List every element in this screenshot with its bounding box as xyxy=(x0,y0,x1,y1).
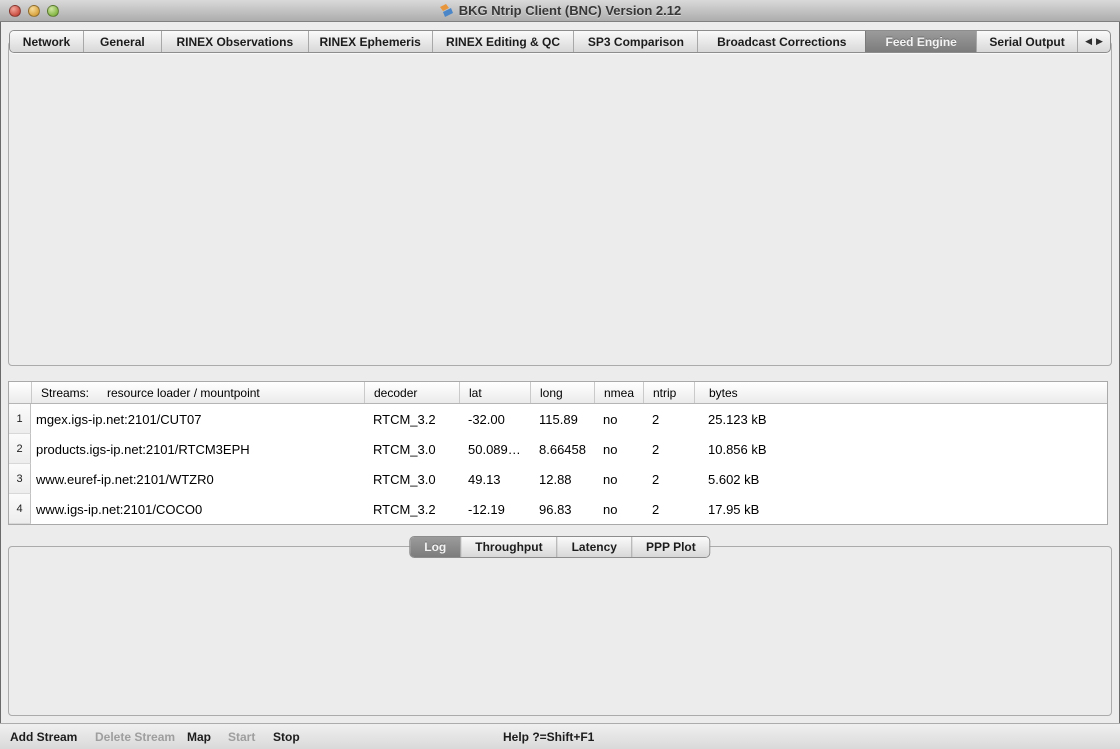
tab-rinex-observations[interactable]: RINEX Observations xyxy=(161,31,308,52)
header-streams-label: Streams: xyxy=(41,386,89,400)
cell-resource: mgex.igs-ip.net:2101/CUT07 xyxy=(31,404,364,434)
log-panel-frame xyxy=(8,546,1112,716)
tab-log[interactable]: Log xyxy=(410,537,460,557)
minimize-button[interactable] xyxy=(28,5,40,17)
add-stream-button[interactable]: Add Stream xyxy=(10,724,77,749)
row-number[interactable]: 4 xyxy=(9,494,31,524)
tab-serial-output[interactable]: Serial Output xyxy=(976,31,1077,52)
tab-feed-engine[interactable]: Feed Engine xyxy=(865,31,976,52)
cell-decoder: RTCM_3.0 xyxy=(364,434,459,464)
start-button[interactable]: Start xyxy=(228,724,255,749)
tab-scroll-left-icon[interactable]: ◀ xyxy=(1085,36,1092,47)
cell-long: 115.89 xyxy=(530,404,594,434)
streams-table: Streams: resource loader / mountpoint de… xyxy=(8,381,1108,525)
table-row[interactable]: 1 mgex.igs-ip.net:2101/CUT07 RTCM_3.2 -3… xyxy=(9,404,1107,434)
cell-lat: -12.19 xyxy=(459,494,530,524)
header-resource[interactable]: Streams: resource loader / mountpoint xyxy=(31,382,364,403)
cell-ntrip: 2 xyxy=(643,434,694,464)
cell-decoder: RTCM_3.2 xyxy=(364,494,459,524)
title-bar[interactable]: BKG Ntrip Client (BNC) Version 2.12 xyxy=(0,0,1120,22)
tab-rinex-ephemeris[interactable]: RINEX Ephemeris xyxy=(308,31,432,52)
stop-button[interactable]: Stop xyxy=(273,724,300,749)
cell-decoder: RTCM_3.2 xyxy=(364,404,459,434)
corner-header-cell xyxy=(9,382,31,403)
cell-bytes: 17.95 kB xyxy=(694,494,1107,524)
cell-bytes: 5.602 kB xyxy=(694,464,1107,494)
cell-long: 12.88 xyxy=(530,464,594,494)
cell-nmea: no xyxy=(594,464,643,494)
window-title: BKG Ntrip Client (BNC) Version 2.12 xyxy=(459,3,681,18)
bottom-action-bar: Add Stream Delete Stream Map Start Stop … xyxy=(0,723,1120,749)
tab-latency[interactable]: Latency xyxy=(557,537,631,557)
header-lat[interactable]: lat xyxy=(459,382,530,403)
bnc-window: BKG Ntrip Client (BNC) Version 2.12 Netw… xyxy=(0,0,1120,749)
cell-ntrip: 2 xyxy=(643,494,694,524)
table-row[interactable]: 2 products.igs-ip.net:2101/RTCM3EPH RTCM… xyxy=(9,434,1107,464)
tab-general[interactable]: General xyxy=(83,31,161,52)
zoom-button[interactable] xyxy=(47,5,59,17)
tab-scroll-right-icon[interactable]: ▶ xyxy=(1096,36,1103,47)
log-tab-bar: Log Throughput Latency PPP Plot xyxy=(409,536,710,558)
window-title-group: BKG Ntrip Client (BNC) Version 2.12 xyxy=(439,3,681,18)
row-number[interactable]: 3 xyxy=(9,464,31,494)
header-ntrip[interactable]: ntrip xyxy=(643,382,694,403)
main-tab-bar: Network General RINEX Observations RINEX… xyxy=(9,30,1111,53)
traffic-lights xyxy=(9,5,59,17)
cell-lat: -32.00 xyxy=(459,404,530,434)
cell-bytes: 10.856 kB xyxy=(694,434,1107,464)
tab-throughput[interactable]: Throughput xyxy=(460,537,556,557)
cell-lat: 50.089… xyxy=(459,434,530,464)
cell-long: 96.83 xyxy=(530,494,594,524)
cell-nmea: no xyxy=(594,434,643,464)
close-button[interactable] xyxy=(9,5,21,17)
cell-resource: products.igs-ip.net:2101/RTCM3EPH xyxy=(31,434,364,464)
map-button[interactable]: Map xyxy=(187,724,211,749)
header-nmea[interactable]: nmea xyxy=(594,382,643,403)
cell-nmea: no xyxy=(594,404,643,434)
streams-table-header: Streams: resource loader / mountpoint de… xyxy=(9,382,1107,404)
tab-ppp-plot[interactable]: PPP Plot xyxy=(631,537,710,557)
cell-long: 8.66458 xyxy=(530,434,594,464)
bnc-app-icon xyxy=(439,3,454,18)
help-shortcut-label: Help ?=Shift+F1 xyxy=(503,724,594,749)
row-number[interactable]: 1 xyxy=(9,404,31,434)
table-row[interactable]: 4 www.igs-ip.net:2101/COCO0 RTCM_3.2 -12… xyxy=(9,494,1107,524)
cell-lat: 49.13 xyxy=(459,464,530,494)
table-row[interactable]: 3 www.euref-ip.net:2101/WTZR0 RTCM_3.0 4… xyxy=(9,464,1107,494)
cell-ntrip: 2 xyxy=(643,464,694,494)
tab-broadcast-corrections[interactable]: Broadcast Corrections xyxy=(697,31,865,52)
tab-rinex-editing-qc[interactable]: RINEX Editing & QC xyxy=(432,31,574,52)
cell-resource: www.euref-ip.net:2101/WTZR0 xyxy=(31,464,364,494)
cell-bytes: 25.123 kB xyxy=(694,404,1107,434)
cell-nmea: no xyxy=(594,494,643,524)
header-bytes[interactable]: bytes xyxy=(694,382,1107,403)
delete-stream-button[interactable]: Delete Stream xyxy=(95,724,175,749)
header-decoder[interactable]: decoder xyxy=(364,382,459,403)
header-long[interactable]: long xyxy=(530,382,594,403)
header-resource-label: resource loader / mountpoint xyxy=(107,386,260,400)
tab-sp3-comparison[interactable]: SP3 Comparison xyxy=(573,31,697,52)
feed-engine-panel xyxy=(8,41,1112,366)
cell-resource: www.igs-ip.net:2101/COCO0 xyxy=(31,494,364,524)
cell-decoder: RTCM_3.0 xyxy=(364,464,459,494)
tab-network[interactable]: Network xyxy=(10,31,83,52)
row-number[interactable]: 2 xyxy=(9,434,31,464)
tab-scroll-arrows: ◀ ▶ xyxy=(1077,31,1110,52)
cell-ntrip: 2 xyxy=(643,404,694,434)
